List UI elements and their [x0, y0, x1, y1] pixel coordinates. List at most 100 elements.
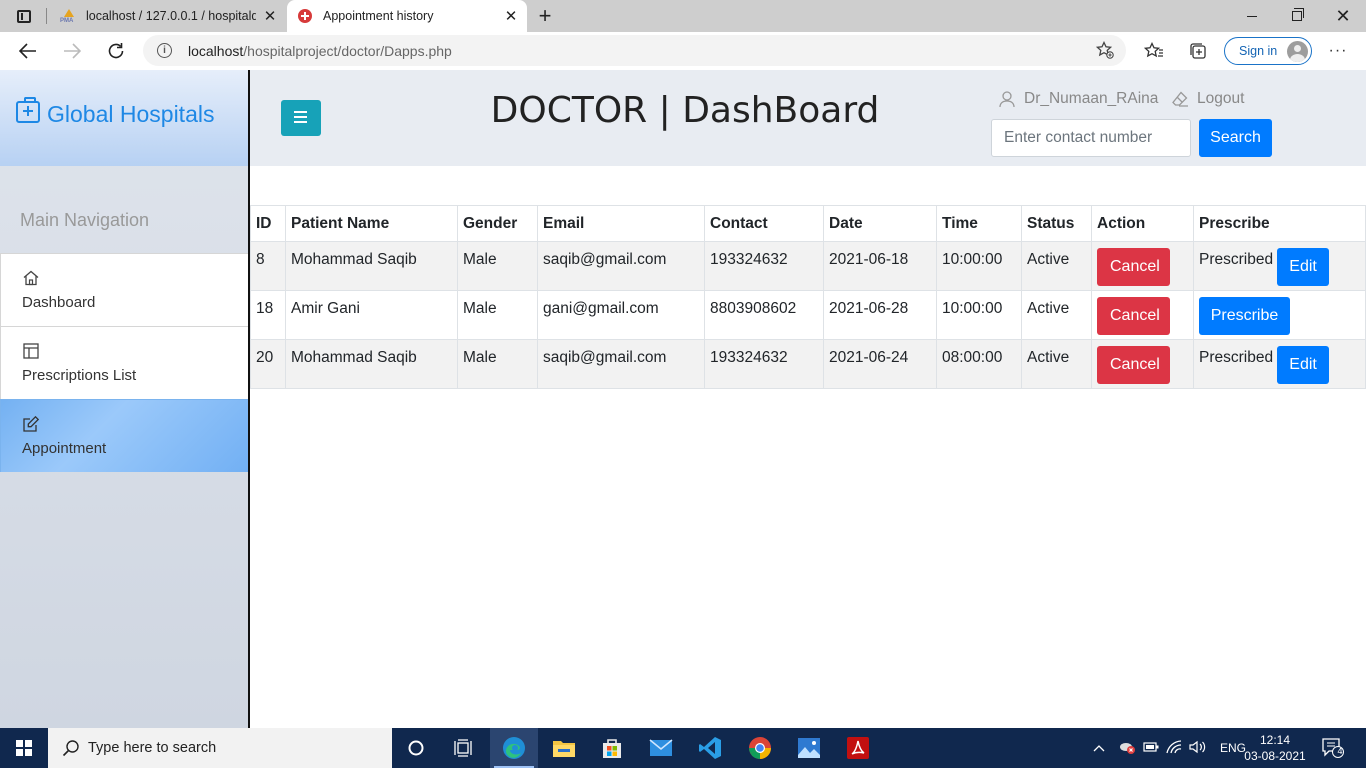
cell-prescribe: Prescribe [1193, 290, 1366, 340]
new-tab-button[interactable]: + [533, 3, 557, 28]
cancel-button[interactable]: Cancel [1097, 346, 1170, 384]
sidebar-item-dashboard[interactable]: Dashboard [0, 253, 248, 326]
close-icon[interactable]: ✕ [262, 8, 278, 25]
cell-contact: 8803908602 [704, 290, 824, 340]
arrow-left-icon [19, 43, 36, 59]
cell-patient-name: Mohammad Saqib [285, 339, 458, 389]
search-button[interactable]: Search [1199, 119, 1272, 157]
url-text: localhost/hospitalproject/doctor/Dapps.p… [188, 43, 452, 59]
logout-label: Logout [1197, 90, 1245, 107]
notification-center-button[interactable]: 4 [1322, 738, 1344, 758]
sidebar-item-label: Appointment [22, 440, 107, 457]
hospital-favicon-icon [297, 8, 313, 24]
tab-phpmyadmin[interactable]: PMA localhost / 127.0.0.1 / hospitaldb ✕ [52, 0, 286, 32]
collections-icon [1190, 43, 1206, 59]
taskbar-chrome[interactable] [736, 728, 784, 768]
info-icon[interactable]: i [157, 43, 172, 58]
cell-date: 2021-06-18 [823, 241, 937, 291]
back-button[interactable] [14, 37, 42, 65]
cell-contact: 193324632 [704, 241, 824, 291]
forward-button[interactable] [58, 37, 86, 65]
collections-button[interactable] [1187, 40, 1209, 62]
brand-name[interactable]: Global Hospitals [47, 101, 214, 128]
arrow-right-icon [64, 43, 81, 59]
network-alert-icon[interactable] [1114, 739, 1140, 758]
url-path: /hospitalproject/doctor/Dapps.php [243, 43, 452, 59]
edit-icon [23, 415, 40, 432]
sidebar-item-appointment[interactable]: Appointment [0, 399, 248, 472]
column-header: ID [250, 205, 286, 242]
restore-button[interactable] [1274, 0, 1320, 32]
system-tray: ENG [1090, 728, 1246, 768]
taskbar-edge[interactable] [490, 728, 538, 768]
reload-button[interactable] [102, 37, 130, 65]
home-icon [23, 270, 39, 286]
phpmyadmin-icon: PMA [60, 8, 76, 24]
taskbar-acrobat[interactable] [834, 728, 882, 768]
tab-actions-button[interactable] [8, 5, 40, 27]
sidebar-item-prescriptions-list[interactable]: Prescriptions List [0, 326, 248, 399]
logout-link[interactable]: Logout [1171, 90, 1244, 108]
taskbar-vscode[interactable] [686, 728, 734, 768]
cell-time: 10:00:00 [936, 290, 1022, 340]
user-name: Dr_Numaan_RAina [1024, 90, 1159, 107]
taskbar-search-box[interactable]: Type here to search [48, 728, 392, 768]
vscode-icon [699, 737, 721, 759]
cell-gender: Male [457, 290, 538, 340]
add-favorite-icon[interactable] [1095, 40, 1114, 64]
favorites-button[interactable] [1143, 40, 1165, 62]
cell-status: Active [1021, 290, 1092, 340]
restore-icon [1292, 8, 1304, 21]
cell-gender: Male [457, 339, 538, 389]
cell-id: 8 [250, 241, 286, 291]
close-icon[interactable]: ✕ [503, 8, 519, 25]
prescribe-button[interactable]: Prescribe [1199, 297, 1290, 335]
sign-in-button[interactable]: Sign in [1224, 37, 1312, 65]
taskbar-store[interactable] [588, 728, 636, 768]
edit-prescription-button[interactable]: Edit [1277, 248, 1330, 286]
brand-header: Global Hospitals [0, 70, 248, 166]
volume-icon[interactable] [1186, 740, 1210, 757]
mail-icon [649, 739, 673, 756]
column-header: Status [1021, 205, 1092, 242]
taskbar-file-explorer[interactable] [540, 728, 588, 768]
reload-icon [108, 43, 124, 59]
cancel-button[interactable]: Cancel [1097, 248, 1170, 286]
start-button[interactable] [0, 728, 48, 768]
taskbar-clock[interactable]: 12:14 03-08-2021 [1243, 732, 1307, 764]
edit-prescription-button[interactable]: Edit [1277, 346, 1330, 384]
cortana-button[interactable] [392, 728, 440, 768]
column-header: Email [537, 205, 705, 242]
cell-action: Cancel [1091, 339, 1194, 389]
window-close-button[interactable]: ✕ [1320, 0, 1366, 32]
clock-time: 12:14 [1259, 733, 1291, 747]
cell-patient-name: Mohammad Saqib [285, 241, 458, 291]
store-icon [603, 739, 621, 758]
cell-date: 2021-06-24 [823, 339, 937, 389]
tab-separator [46, 8, 47, 24]
user-profile-link[interactable]: Dr_Numaan_RAina [998, 90, 1158, 108]
chevron-up-icon[interactable] [1090, 741, 1108, 755]
contact-search-input[interactable] [991, 119, 1191, 157]
cell-email: saqib@gmail.com [537, 241, 705, 291]
table-icon [23, 343, 39, 359]
photos-icon [798, 738, 820, 758]
cancel-button[interactable]: Cancel [1097, 297, 1170, 335]
wifi-icon[interactable] [1162, 739, 1186, 757]
page-title: DOCTOR | DashBoard [490, 90, 880, 131]
more-options-button[interactable]: ··· [1327, 40, 1349, 62]
sidebar-divider [248, 70, 250, 728]
cortana-icon [408, 740, 424, 756]
task-view-icon [454, 739, 472, 757]
sidebar-item-label: Prescriptions List [22, 367, 137, 384]
task-view-button[interactable] [440, 728, 488, 768]
battery-icon[interactable] [1140, 741, 1162, 755]
taskbar-search-placeholder: Type here to search [88, 740, 217, 756]
user-icon [999, 91, 1015, 108]
taskbar-photos[interactable] [785, 728, 833, 768]
address-bar[interactable]: i localhost/hospitalproject/doctor/Dapps… [143, 35, 1126, 66]
taskbar-mail[interactable] [637, 728, 685, 768]
tab-appointment-history[interactable]: Appointment history ✕ [287, 0, 527, 32]
url-host: localhost [188, 43, 244, 59]
minimize-button[interactable] [1229, 0, 1275, 32]
